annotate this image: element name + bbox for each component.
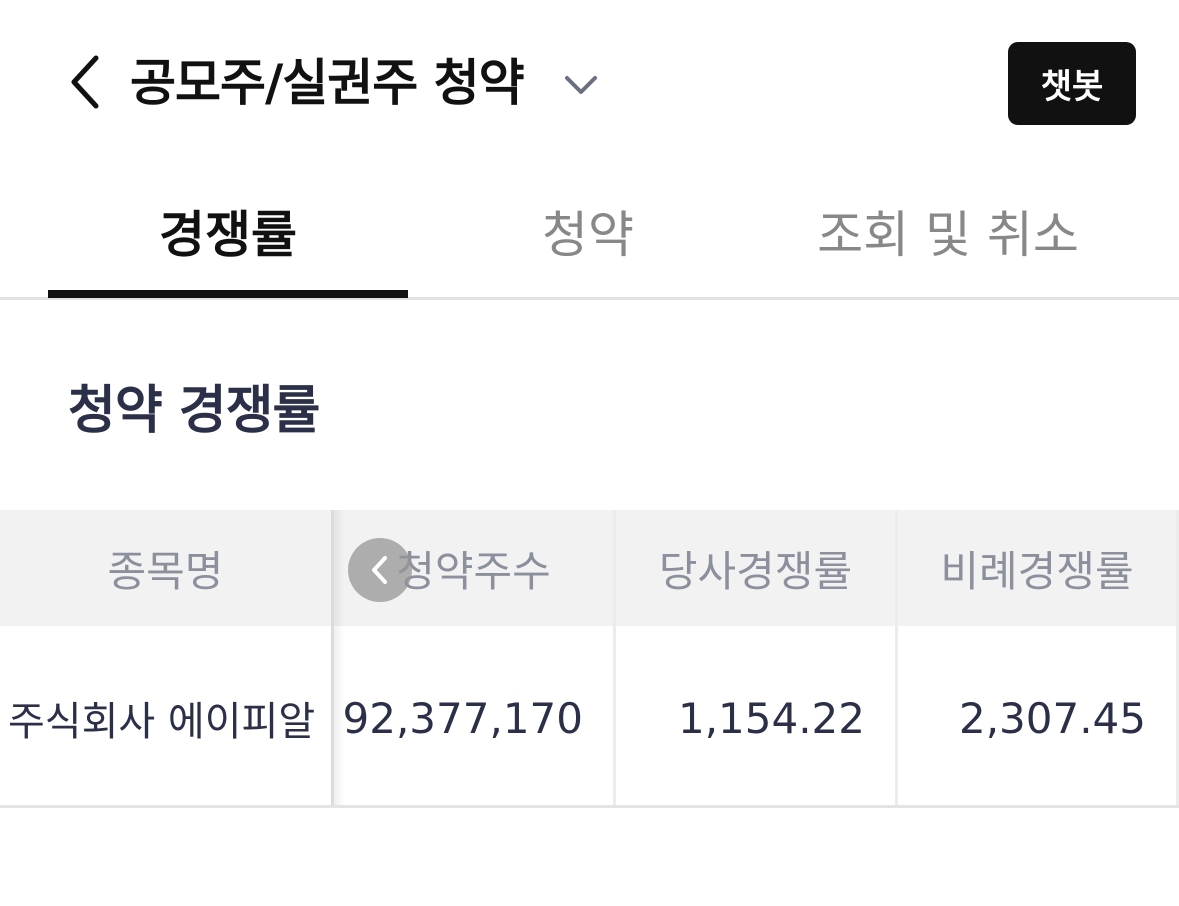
column-divider — [613, 510, 616, 807]
competition-rate-table: 종목명 청약주수 당사경쟁률 비례경쟁률 주식회사 에이피알 92,377,17… — [0, 510, 1179, 810]
row-divider — [0, 805, 1179, 808]
tab-inquiry-cancel[interactable]: 조회 및 취소 — [768, 165, 1128, 297]
back-button[interactable] — [62, 50, 112, 114]
column-header-company-rate: 당사경쟁률 — [616, 510, 895, 626]
tab-bar: 경쟁률 청약 조회 및 취소 — [0, 165, 1179, 300]
tab-subscription[interactable]: 청약 — [408, 165, 768, 297]
title-dropdown-button[interactable] — [562, 70, 600, 100]
chatbot-button[interactable]: 챗봇 — [1008, 42, 1136, 125]
chevron-left-icon — [71, 55, 99, 109]
cell-proportional-rate: 2,307.45 — [958, 693, 1146, 743]
table-scroll-left-button[interactable] — [348, 538, 412, 602]
cell-company-rate: 1,154.22 — [677, 693, 865, 743]
section-title: 청약 경쟁률 — [68, 381, 320, 441]
chevron-left-icon — [372, 556, 387, 584]
cell-stock-name[interactable]: 주식회사 에이피알 — [8, 629, 331, 807]
column-header-name: 종목명 — [0, 510, 331, 626]
column-header-proportional-rate: 비례경쟁률 — [898, 510, 1176, 626]
tab-competition-rate[interactable]: 경쟁률 — [48, 165, 408, 297]
column-divider — [895, 510, 898, 807]
chevron-down-icon — [565, 76, 597, 94]
page-title: 공모주/실권주 청약 — [130, 54, 525, 112]
frozen-column-shadow — [331, 510, 345, 807]
cell-subscription-shares: 92,377,170 — [342, 693, 583, 743]
active-tab-indicator — [48, 290, 408, 298]
app-header: 공모주/실권주 청약 챗봇 — [0, 0, 1179, 165]
